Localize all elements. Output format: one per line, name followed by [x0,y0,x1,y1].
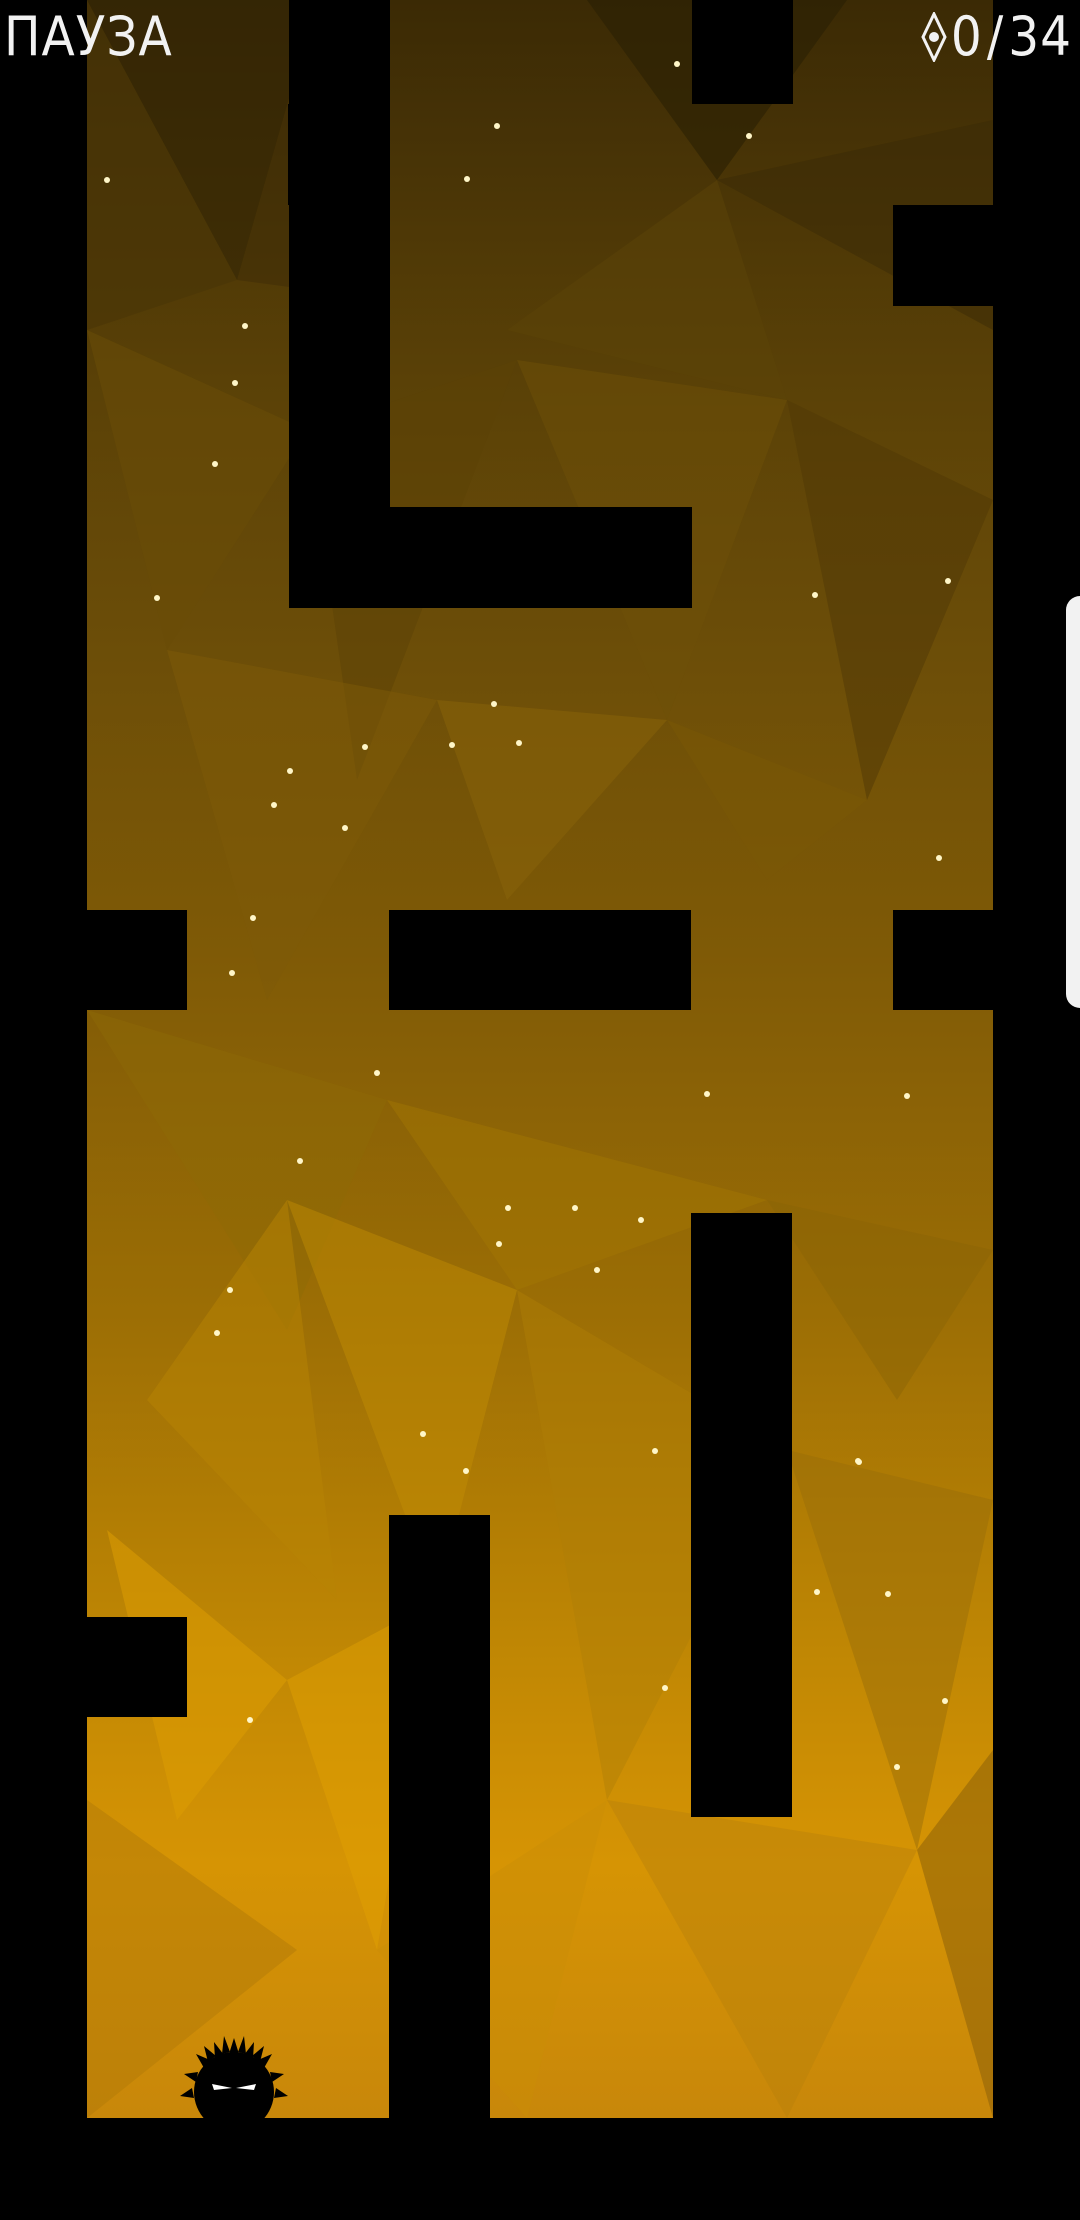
maze-wall [87,910,187,1010]
gems-collected: 0 [950,5,983,68]
maze-wall [893,205,993,306]
player-creature [176,2034,292,2134]
pause-button[interactable]: ПАУЗА [4,10,173,64]
maze-wall [893,910,993,1010]
counter-separator: / [986,5,1005,68]
maze-wall [691,1213,792,1817]
maze-wall [389,1515,490,2118]
gems-total: 34 [1008,5,1072,68]
maze-wall [289,507,692,608]
polygon-background [87,0,993,2118]
playfield [87,0,993,2118]
edge-panel-handle[interactable] [1066,596,1080,1008]
maze-wall [288,104,389,205]
maze-wall [692,0,793,104]
maze-wall [389,910,691,1010]
gem-icon [921,12,947,62]
gem-counter: 0/34 [921,10,1072,64]
maze-wall [87,1617,187,1717]
